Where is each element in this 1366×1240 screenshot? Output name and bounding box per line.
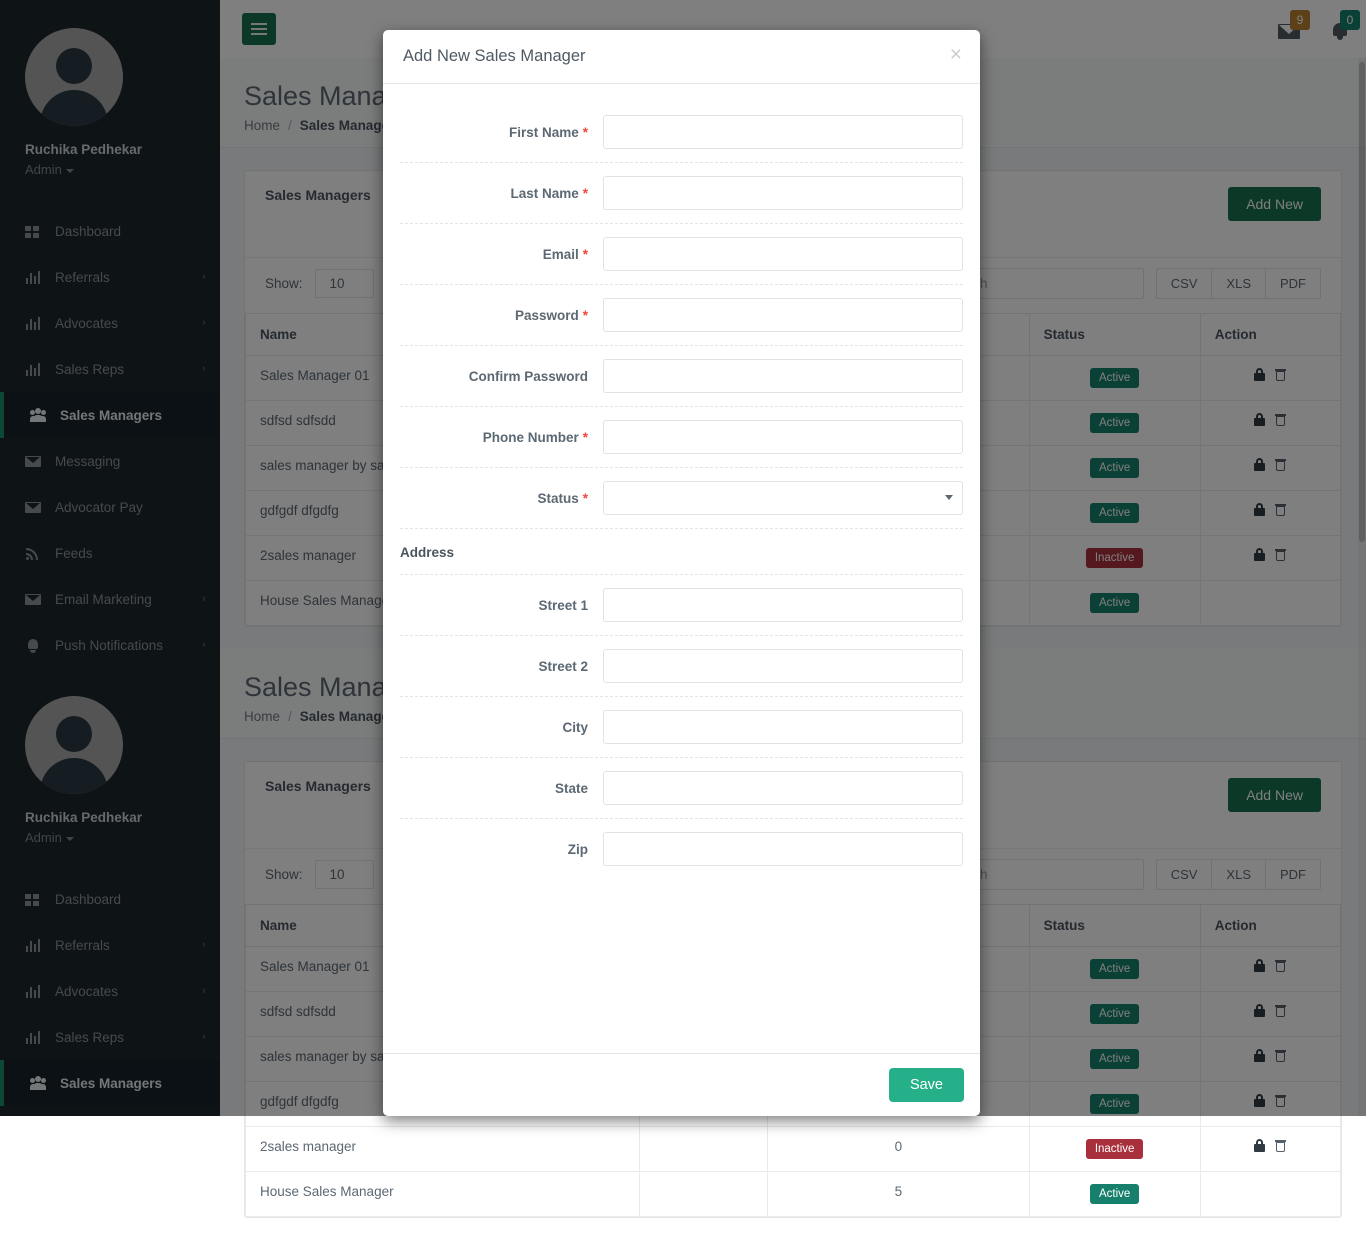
- zip-input[interactable]: [603, 832, 963, 866]
- table-row: 2sales manager 0 Inactive: [246, 1127, 1341, 1172]
- form-row: Email*: [400, 224, 963, 285]
- chevron-down-icon: [945, 495, 953, 500]
- last-name-input[interactable]: [603, 176, 963, 210]
- field-label: Street 1: [400, 598, 603, 613]
- form-row: Password*: [400, 285, 963, 346]
- trash-icon[interactable]: [1275, 1139, 1286, 1152]
- cell-name: House Sales Manager: [246, 1172, 640, 1217]
- cell-action: [1200, 1172, 1340, 1217]
- address-section-heading: Address: [400, 529, 963, 575]
- form-row: Status*: [400, 468, 963, 529]
- status-badge: Inactive: [1086, 1139, 1144, 1159]
- cell-email: [639, 1172, 767, 1217]
- password-input[interactable]: [603, 298, 963, 332]
- form-row: First Name*: [400, 102, 963, 163]
- required-marker: *: [583, 430, 588, 445]
- street-2-input[interactable]: [603, 649, 963, 683]
- required-marker: *: [583, 491, 588, 506]
- required-marker: *: [583, 308, 588, 323]
- street-1-input[interactable]: [603, 588, 963, 622]
- cell-name: 2sales manager: [246, 1127, 640, 1172]
- field-label: Password*: [400, 308, 603, 323]
- field-label: First Name*: [400, 125, 603, 140]
- form-row: Phone Number*: [400, 407, 963, 468]
- status-select[interactable]: [603, 481, 963, 515]
- field-label: Phone Number*: [400, 430, 603, 445]
- table-row: House Sales Manager 5 Active: [246, 1172, 1341, 1217]
- form-row: Street 2: [400, 636, 963, 697]
- field-label: Last Name*: [400, 186, 603, 201]
- cell-action: [1200, 1127, 1340, 1172]
- state-input[interactable]: [603, 771, 963, 805]
- cell-email: [639, 1127, 767, 1172]
- required-marker: *: [583, 247, 588, 262]
- form-row: City: [400, 697, 963, 758]
- required-marker: *: [583, 186, 588, 201]
- city-input[interactable]: [603, 710, 963, 744]
- first-name-input[interactable]: [603, 115, 963, 149]
- field-label: State: [400, 781, 603, 796]
- field-label: Status*: [400, 491, 603, 506]
- field-label: Zip: [400, 842, 603, 857]
- status-badge: Active: [1090, 1184, 1139, 1204]
- cell-status: Inactive: [1029, 1127, 1200, 1172]
- phone-number-input[interactable]: [603, 420, 963, 454]
- confirm-password-input[interactable]: [603, 359, 963, 393]
- save-button[interactable]: Save: [889, 1068, 964, 1102]
- add-sales-manager-modal: Add New Sales Manager × First Name* Last …: [383, 30, 980, 1116]
- field-label: Street 2: [400, 659, 603, 674]
- modal-header: Add New Sales Manager ×: [383, 30, 980, 84]
- form-row: Confirm Password: [400, 346, 963, 407]
- field-label: Confirm Password: [400, 369, 603, 384]
- field-label: City: [400, 720, 603, 735]
- cell-status: Active: [1029, 1172, 1200, 1217]
- modal-footer: Save: [383, 1053, 980, 1116]
- modal-body: First Name* Last Name* Email* Password* Conf…: [383, 84, 980, 1053]
- close-icon[interactable]: ×: [950, 44, 962, 65]
- form-row: State: [400, 758, 963, 819]
- form-row: Zip: [400, 819, 963, 879]
- email-input[interactable]: [603, 237, 963, 271]
- form-row: Last Name*: [400, 163, 963, 224]
- cell-total-salesreps: 0: [768, 1127, 1029, 1172]
- cell-total-salesreps: 5: [768, 1172, 1029, 1217]
- field-label: Email*: [400, 247, 603, 262]
- lock-icon[interactable]: [1254, 1139, 1265, 1152]
- form-row: Street 1: [400, 575, 963, 636]
- modal-title: Add New Sales Manager: [403, 47, 960, 66]
- required-marker: *: [583, 125, 588, 140]
